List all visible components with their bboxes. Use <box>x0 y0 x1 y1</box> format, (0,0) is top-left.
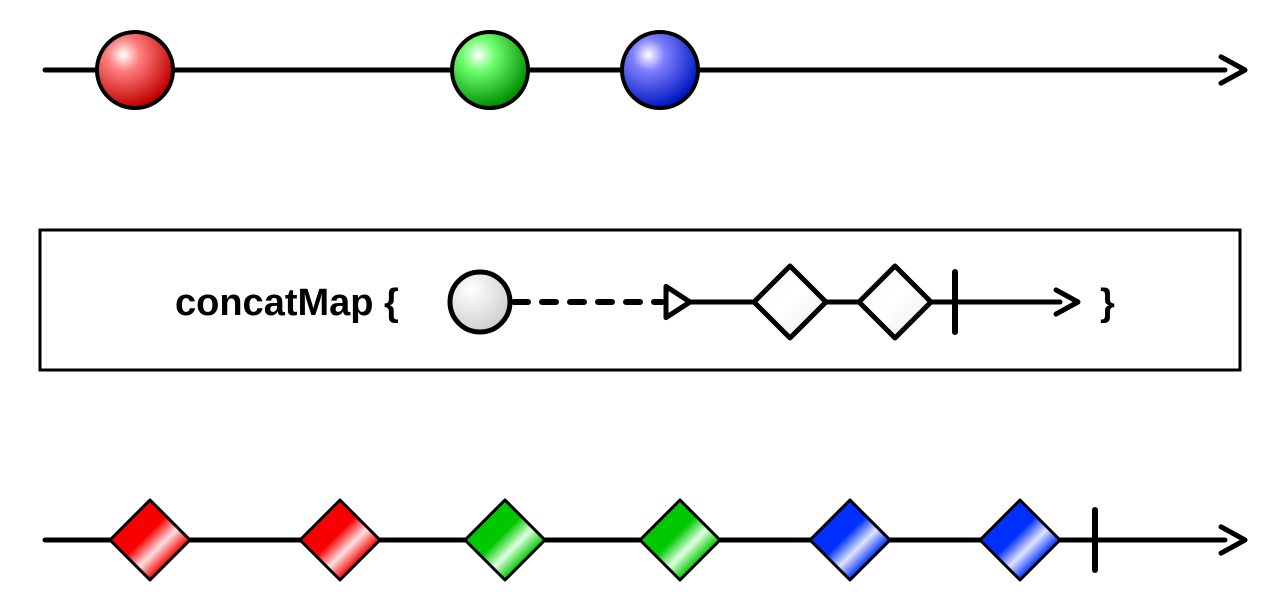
output-diamond-0-red <box>110 500 190 580</box>
output-diamond-2-green <box>465 500 545 580</box>
concatmap-marble-diagram: concatMap {} <box>0 0 1280 610</box>
source-marble-b <box>452 32 528 108</box>
inner-template-circle-icon <box>450 272 510 332</box>
output-diamond-5-blue <box>980 500 1060 580</box>
output-diamond-4-blue <box>810 500 890 580</box>
operator-label-suffix: } <box>1100 282 1115 324</box>
output-diamond-3-green <box>640 500 720 580</box>
source-marble-c <box>622 32 698 108</box>
source-marble-a <box>97 32 173 108</box>
operator-label-prefix: concatMap { <box>175 282 399 324</box>
output-diamond-1-red <box>300 500 380 580</box>
